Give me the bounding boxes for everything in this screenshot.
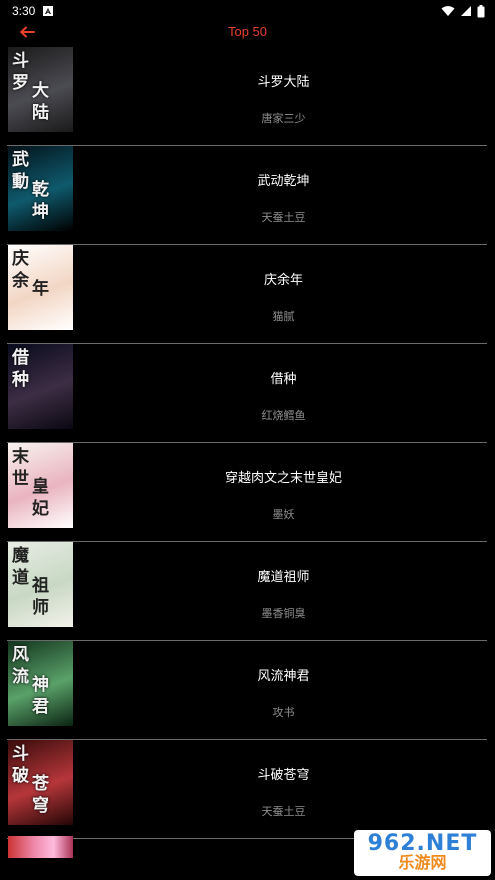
book-info: 斗罗大陆 唐家三少 xyxy=(80,47,487,137)
cover-title-char: 妃 xyxy=(32,499,49,519)
cover-title-char: 破 xyxy=(12,766,29,786)
book-cover-image: 借种 xyxy=(8,344,73,429)
cover-title-char: 坤 xyxy=(32,202,49,222)
cover-title-char: 大 xyxy=(32,81,49,101)
cover-title-char: 流 xyxy=(12,667,29,687)
book-cover-image: 斗罗大陆 xyxy=(8,47,73,132)
book-info: 借种 红烧鳕鱼 xyxy=(80,344,487,434)
book-info: 武动乾坤 天蚕土豆 xyxy=(80,146,487,236)
book-author: 天蚕土豆 xyxy=(261,806,306,818)
book-row[interactable]: 庆余年庆余年 猫腻 xyxy=(0,245,495,344)
book-title: 魔道祖师 xyxy=(257,569,310,584)
book-row[interactable]: 斗破苍穹斗破苍穹 天蚕土豆 xyxy=(0,740,495,839)
book-cover-image: 风流神君 xyxy=(8,641,73,726)
status-left: 3:30 xyxy=(12,4,54,18)
cover-title-char: 乾 xyxy=(32,180,49,200)
book-author: 天蚕土豆 xyxy=(261,212,306,224)
battery-icon xyxy=(477,4,485,17)
book-cover-image: 魔道祖师 xyxy=(8,542,73,627)
book-title: 穿越肉文之末世皇妃 xyxy=(224,470,342,485)
book-info: 斗破苍穹 天蚕土豆 xyxy=(80,740,487,830)
cover-title-char: 年 xyxy=(32,279,49,299)
book-cover-image: 斗破苍穹 xyxy=(8,740,73,825)
wifi-icon xyxy=(441,6,455,16)
signal-icon xyxy=(461,6,471,16)
book-title: 斗破苍穹 xyxy=(257,767,310,782)
book-author: 唐家三少 xyxy=(261,113,306,125)
book-row[interactable]: 魔道祖师魔道祖师 墨香铜臭 xyxy=(0,542,495,641)
cover-title-char: 皇 xyxy=(32,477,49,497)
book-row[interactable]: 斗罗大陆斗罗大陆 唐家三少 xyxy=(0,47,495,146)
cover-title-char: 种 xyxy=(12,370,29,390)
cover-title-char: 世 xyxy=(12,469,29,489)
book-cover-image: 末世皇妃 xyxy=(8,443,73,528)
watermark-brand: 962.NET xyxy=(367,831,478,857)
status-bar: 3:30 xyxy=(0,0,495,22)
page-title: Top 50 xyxy=(227,24,268,39)
book-info: 庆余年 猫腻 xyxy=(80,245,487,335)
cover-title-char: 武 xyxy=(12,150,29,170)
book-title: 斗罗大陆 xyxy=(257,74,310,89)
cover-title-char: 陆 xyxy=(32,103,49,123)
book-title: 风流神君 xyxy=(257,668,310,683)
cover-title-char: 動 xyxy=(12,172,29,192)
status-right xyxy=(441,4,485,18)
book-author: 墨香铜臭 xyxy=(261,608,306,620)
book-title: 借种 xyxy=(270,371,297,386)
book-info: 魔道祖师 墨香铜臭 xyxy=(80,542,487,632)
cover-title-char: 风 xyxy=(12,645,29,665)
status-time: 3:30 xyxy=(12,4,36,18)
watermark-logo: 962.NET 乐游网 xyxy=(354,830,491,876)
book-info: 风流神君 攻书 xyxy=(80,641,487,731)
book-cover-image: 庆余年 xyxy=(8,245,73,330)
cover-title-char: 斗 xyxy=(12,51,29,71)
book-author: 猫腻 xyxy=(272,311,295,323)
toolbar: Top 50 xyxy=(0,22,495,42)
watermark-subtitle: 乐游网 xyxy=(398,855,447,873)
partial-book-cover xyxy=(8,836,73,858)
book-list[interactable]: 斗罗大陆斗罗大陆 唐家三少武動乾坤武动乾坤 天蚕土豆庆余年庆余年 猫腻借种借种 红烧鳕鱼… xyxy=(0,47,495,839)
book-row[interactable]: 风流神君风流神君 攻书 xyxy=(0,641,495,740)
cover-title-char: 余 xyxy=(12,271,29,291)
cover-title-char: 祖 xyxy=(32,576,49,596)
cover-title-char: 君 xyxy=(32,697,49,717)
cover-title-char: 魔 xyxy=(12,546,29,566)
book-author: 攻书 xyxy=(272,707,295,719)
book-row[interactable]: 末世皇妃穿越肉文之末世皇妃 墨妖 xyxy=(0,443,495,542)
cover-title-char: 苍 xyxy=(32,774,49,794)
a-icon xyxy=(43,6,54,16)
cover-title-char: 道 xyxy=(12,568,29,588)
cover-title-char: 穹 xyxy=(32,796,49,816)
book-row[interactable]: 武動乾坤武动乾坤 天蚕土豆 xyxy=(0,146,495,245)
book-author: 墨妖 xyxy=(272,509,295,521)
cover-title-char: 神 xyxy=(32,675,49,695)
cover-title-char: 斗 xyxy=(12,744,29,764)
cover-title-char: 师 xyxy=(32,598,49,618)
cover-title-char: 罗 xyxy=(12,73,29,93)
book-title: 武动乾坤 xyxy=(257,173,310,188)
cover-title-char: 庆 xyxy=(12,249,29,269)
book-row[interactable]: 借种借种 红烧鳕鱼 xyxy=(0,344,495,443)
book-title: 庆余年 xyxy=(263,272,303,287)
book-info: 穿越肉文之末世皇妃 墨妖 xyxy=(80,443,487,533)
book-cover-image: 武動乾坤 xyxy=(8,146,73,231)
cover-title-char: 借 xyxy=(12,348,29,368)
cover-title-char: 末 xyxy=(12,447,29,467)
book-author: 红烧鳕鱼 xyxy=(261,410,306,422)
